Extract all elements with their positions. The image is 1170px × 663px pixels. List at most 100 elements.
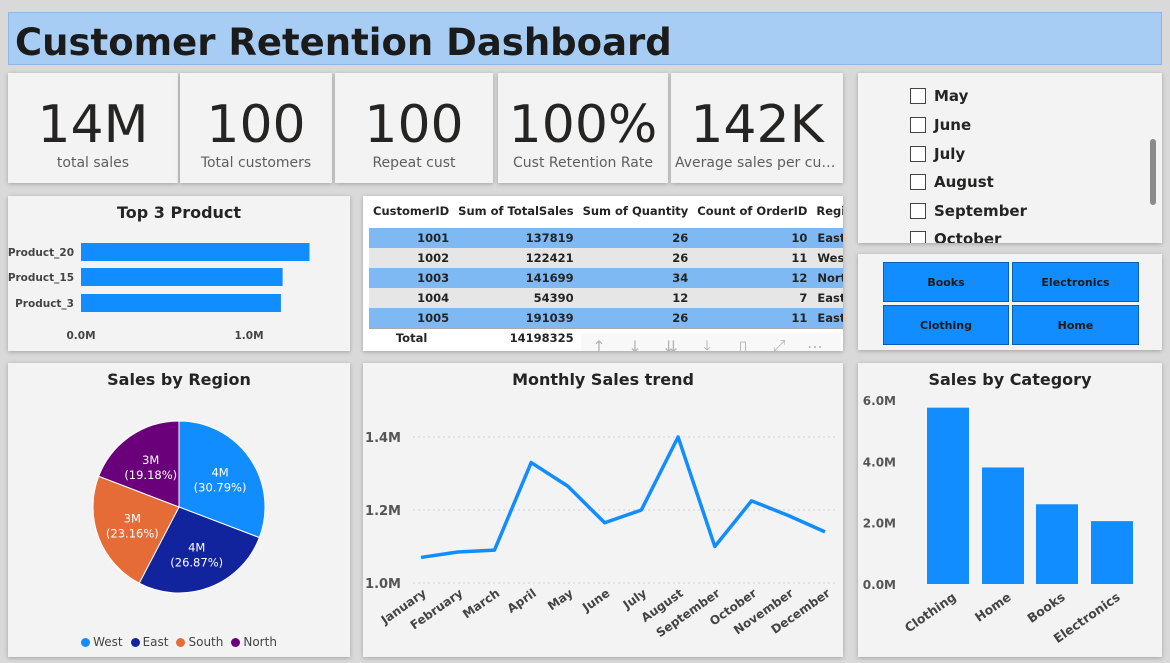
table-cell: 122421 <box>454 248 579 268</box>
customer-table[interactable]: CustomerID Sum of TotalSales Sum of Quan… <box>363 196 843 351</box>
table-row[interactable]: 1001 137819 26 10 East <box>369 228 843 248</box>
x-tick-label: March <box>460 586 502 621</box>
column-header-customerid[interactable]: CustomerID <box>369 202 454 228</box>
slicer-item-september[interactable]: September <box>910 200 1027 222</box>
checkbox[interactable] <box>910 231 926 243</box>
kpi-card-total-customers[interactable]: 100 Total customers <box>180 73 332 183</box>
top-products-svg: Product_20 Product_15 Product_3 0.0M 1.0M <box>8 243 310 342</box>
page-title: Customer Retention Dashboard <box>15 21 672 64</box>
slicer-scrollbar[interactable] <box>1150 139 1156 205</box>
pie-svg: 4M(30.79%)4M(26.87%)3M(23.16%)3M(19.18%) <box>92 420 266 594</box>
category-button-home[interactable]: Home <box>1012 305 1139 345</box>
x-tick-label: June <box>579 586 612 615</box>
customer-table-grid: CustomerID Sum of TotalSales Sum of Quan… <box>369 202 843 348</box>
column-header-quantity[interactable]: Sum of Quantity <box>579 202 694 228</box>
y-tick-label: 1.0M <box>365 577 401 592</box>
slice-label: (26.87%) <box>170 556 223 570</box>
filter-icon[interactable]: ▯ <box>725 337 761 352</box>
monthly-sales-chart[interactable]: Monthly Sales trend 1.0M 1.2M 1.4M January F… <box>363 363 843 657</box>
table-row[interactable]: 1005 191039 26 11 East <box>369 308 843 328</box>
slicer-item-july[interactable]: July <box>910 143 965 165</box>
table-row[interactable]: 1004 54390 12 7 East <box>369 288 843 308</box>
checkbox[interactable] <box>910 174 926 190</box>
legend-dot <box>231 638 241 647</box>
bar-label: Product_3 <box>15 298 74 310</box>
bar <box>81 268 283 286</box>
x-tick-label: 0.0M <box>66 330 95 342</box>
table-cell: 1003 <box>369 268 455 288</box>
slicer-item-label: July <box>934 145 966 163</box>
y-tick-label: 6.0M <box>863 394 896 408</box>
y-tick-label: 2.0M <box>863 517 896 531</box>
table-cell: 141699 <box>454 268 579 288</box>
slicer-item-june[interactable]: June <box>910 114 971 136</box>
checkbox[interactable] <box>910 88 926 104</box>
table-header-row: CustomerID Sum of TotalSales Sum of Quan… <box>369 202 843 228</box>
bar <box>81 243 310 261</box>
kpi-label: Cust Retention Rate <box>513 155 653 171</box>
bar-label: Product_15 <box>8 272 74 284</box>
focus-mode-icon[interactable]: ⤢ <box>761 336 797 351</box>
kpi-card-average-sales[interactable]: 142K Average sales per cust... <box>671 73 843 183</box>
checkbox[interactable] <box>910 117 926 133</box>
column-header-totalsales[interactable]: Sum of TotalSales <box>454 202 578 228</box>
bar <box>81 294 281 312</box>
table-cell: 137819 <box>454 228 579 248</box>
column-header-orderid[interactable]: Count of OrderID <box>693 202 812 228</box>
table-row[interactable]: 1002 122421 26 11 West <box>369 248 843 268</box>
drill-up-icon[interactable]: ↑ <box>581 337 617 352</box>
table-cell: 12 <box>693 268 813 288</box>
expand-all-down-icon[interactable]: ⇊ <box>653 337 689 352</box>
table-cell: 26 <box>578 228 694 248</box>
kpi-value: 100 <box>364 95 464 155</box>
x-tick-label: Clothing <box>902 589 959 635</box>
legend-dot <box>81 638 91 647</box>
kpi-label: Repeat cust <box>372 155 456 171</box>
table-cell: 11 <box>693 308 813 328</box>
sales-by-category-chart[interactable]: Sales by Category 0.0M 2.0M 4.0M 6.0M Clothi… <box>858 363 1162 657</box>
title-bar: Customer Retention Dashboard <box>8 12 1162 65</box>
slice-label: (19.18%) <box>124 468 177 482</box>
slicer-item-label: June <box>934 116 972 134</box>
column-header-region[interactable]: Region <box>812 202 843 228</box>
category-button-clothing[interactable]: Clothing <box>883 305 1009 345</box>
slicer-item-october[interactable]: October <box>910 228 1001 243</box>
legend-item-south[interactable]: South <box>176 635 223 649</box>
sales-by-region-chart[interactable]: Sales by Region 4M (30.79%) 4M (26.87%) 3M (2… <box>8 363 350 657</box>
slicer-item-august[interactable]: August <box>910 171 994 193</box>
bar <box>927 407 969 584</box>
visual-toolbar: ↑ ↓ ⇊ ⤓ ▯ ⤢ ⋯ <box>581 333 841 351</box>
category-svg: 0.0M2.0M4.0M6.0MClothing Home BooksElectro… <box>863 394 1133 646</box>
legend-dot <box>130 638 140 647</box>
legend-item-west[interactable]: West <box>81 635 123 649</box>
slicer-item-label: October <box>934 230 1002 243</box>
table-cell: 10 <box>693 228 813 248</box>
kpi-card-retention-rate[interactable]: 100% Cust Retention Rate <box>498 73 668 183</box>
kpi-label: Total customers <box>200 155 312 171</box>
top-products-chart[interactable]: Top 3 Product Product_20 Product_15 Produc… <box>8 196 350 351</box>
drill-down-icon[interactable]: ↓ <box>617 337 653 352</box>
checkbox[interactable] <box>910 203 926 219</box>
category-button-electronics[interactable]: Electronics <box>1012 262 1139 302</box>
slicer-item-may[interactable]: May <box>910 85 968 107</box>
category-button-books[interactable]: Books <box>883 262 1009 302</box>
y-tick-label: 4.0M <box>863 455 896 469</box>
table-cell: East <box>812 308 843 328</box>
more-options-icon[interactable]: ⋯ <box>797 337 833 352</box>
table-cell: 7 <box>693 288 813 308</box>
expand-next-level-icon[interactable]: ⤓ <box>689 336 725 351</box>
table-cell: 1002 <box>369 248 455 268</box>
bar <box>1036 504 1078 584</box>
slicer-item-label: May <box>934 87 969 105</box>
legend-item-east[interactable]: East <box>130 635 169 649</box>
kpi-card-total-sales[interactable]: 14M total sales <box>8 73 178 183</box>
month-slicer[interactable]: May June July August September October <box>858 73 1162 243</box>
slicer-item-label: August <box>934 173 994 191</box>
kpi-card-repeat-cust[interactable]: 100 Repeat cust <box>335 73 493 183</box>
legend-label: East <box>142 635 169 649</box>
table-cell: 26 <box>578 248 694 268</box>
legend-item-north[interactable]: North <box>231 635 277 649</box>
table-row[interactable]: 1003 141699 34 12 North <box>369 268 843 288</box>
legend-label: West <box>93 635 123 649</box>
checkbox[interactable] <box>910 146 926 162</box>
